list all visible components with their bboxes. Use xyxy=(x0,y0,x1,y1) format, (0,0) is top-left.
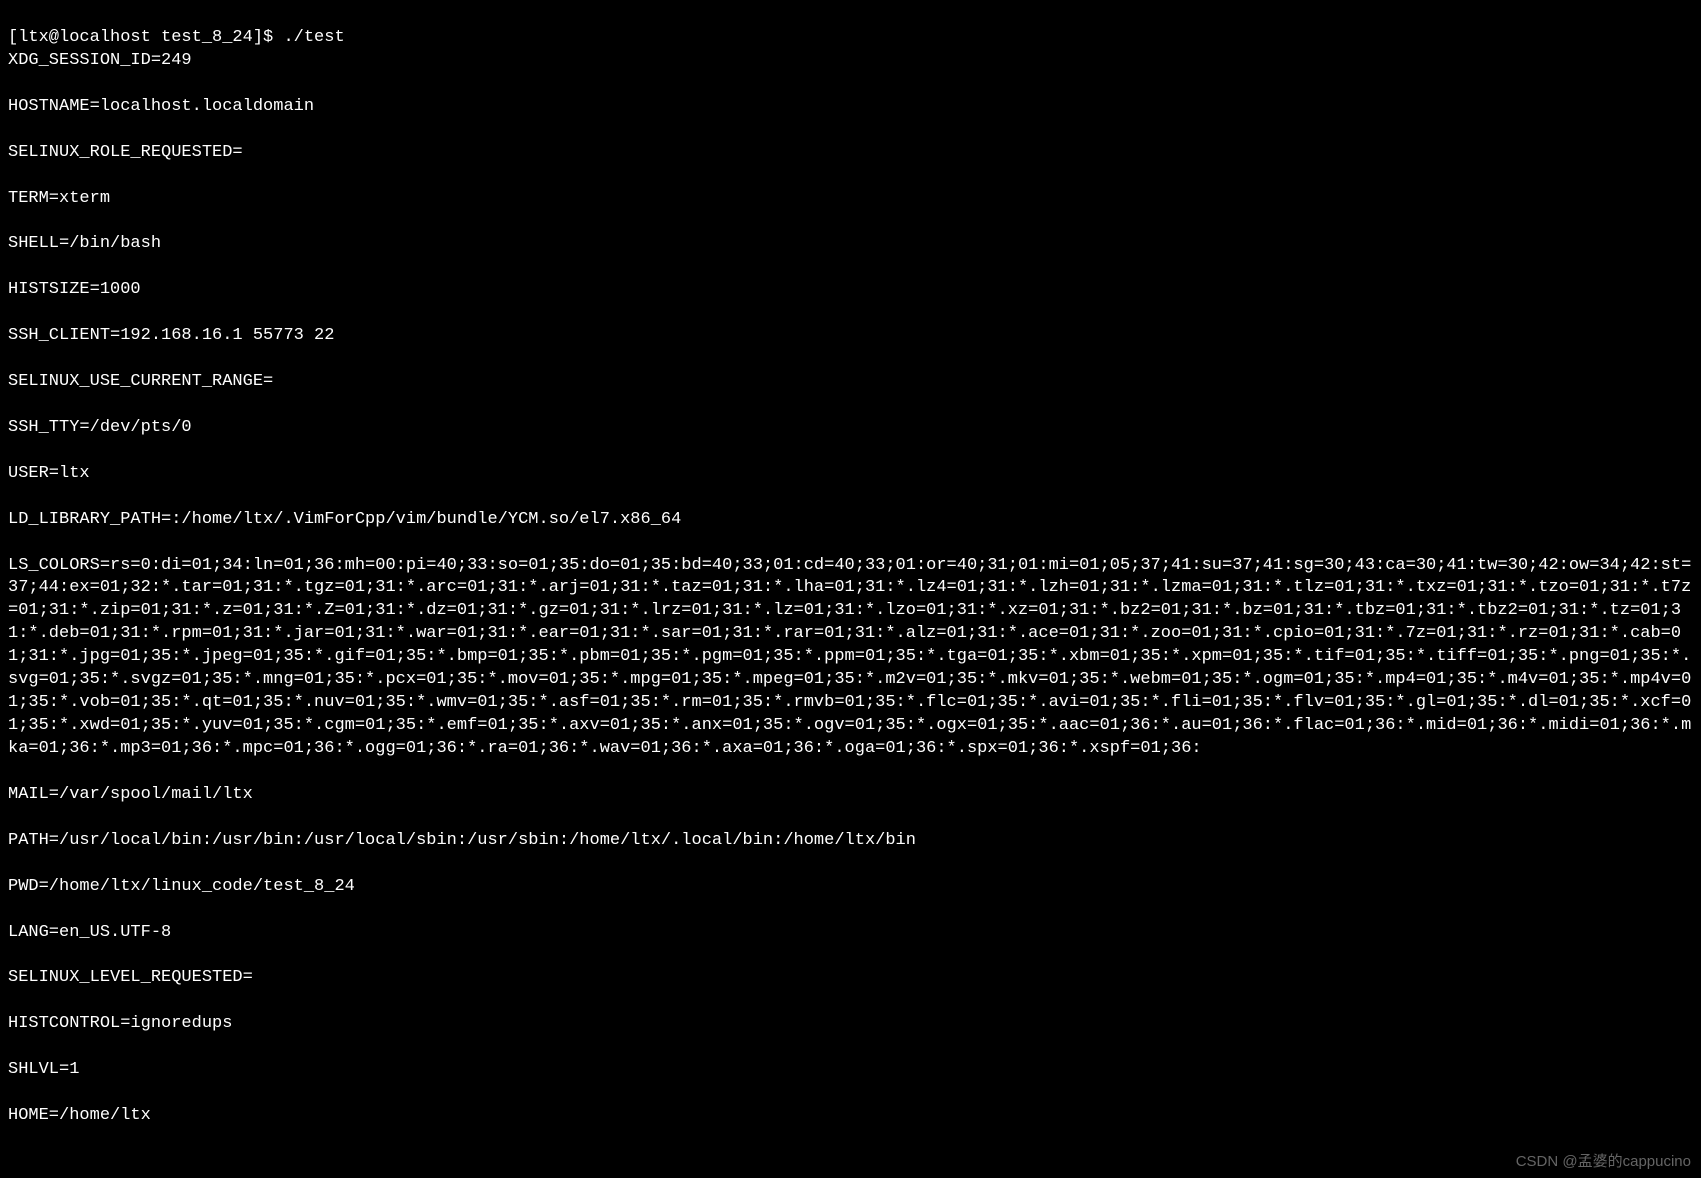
env-PWD: PWD=/home/ltx/linux_code/test_8_24 xyxy=(8,876,1693,899)
env-SELINUX_USE_CURRENT_RANGE: SELINUX_USE_CURRENT_RANGE= xyxy=(8,371,1693,394)
terminal-area[interactable]: [ltx@localhost test_8_24]$ ./test XDG_SE… xyxy=(0,0,1701,1178)
env-LD_LIBRARY_PATH: LD_LIBRARY_PATH=:/home/ltx/.VimForCpp/vi… xyxy=(8,509,1693,532)
env-PATH: PATH=/usr/local/bin:/usr/bin:/usr/local/… xyxy=(8,830,1693,853)
env-SSH_TTY: SSH_TTY=/dev/pts/0 xyxy=(8,417,1693,440)
env-SHLVL: SHLVL=1 xyxy=(8,1059,1693,1082)
env-HISTSIZE: HISTSIZE=1000 xyxy=(8,279,1693,302)
env-HOME: HOME=/home/ltx xyxy=(8,1105,1693,1128)
env-TERM: TERM=xterm xyxy=(8,188,1693,211)
env-HOSTNAME: HOSTNAME=localhost.localdomain xyxy=(8,96,1693,119)
command-text: ./test xyxy=(283,28,344,47)
env-MAIL: MAIL=/var/spool/mail/ltx xyxy=(8,784,1693,807)
env-SSH_CLIENT: SSH_CLIENT=192.168.16.1 55773 22 xyxy=(8,325,1693,348)
env-SELINUX_LEVEL_REQUESTED: SELINUX_LEVEL_REQUESTED= xyxy=(8,967,1693,990)
env-SELINUX_ROLE_REQUESTED: SELINUX_ROLE_REQUESTED= xyxy=(8,142,1693,165)
shell-prompt: [ltx@localhost test_8_24]$ xyxy=(8,28,283,47)
env-LANG: LANG=en_US.UTF-8 xyxy=(8,922,1693,945)
watermark-text: CSDN @孟婆的cappucino xyxy=(1516,1152,1691,1172)
env-LS_COLORS: LS_COLORS=rs=0:di=01;34:ln=01;36:mh=00:p… xyxy=(8,555,1693,761)
env-XDG_SESSION_ID: XDG_SESSION_ID=249 xyxy=(8,50,1693,73)
env-HISTCONTROL: HISTCONTROL=ignoredups xyxy=(8,1013,1693,1036)
env-USER: USER=ltx xyxy=(8,463,1693,486)
env-SHELL: SHELL=/bin/bash xyxy=(8,233,1693,256)
